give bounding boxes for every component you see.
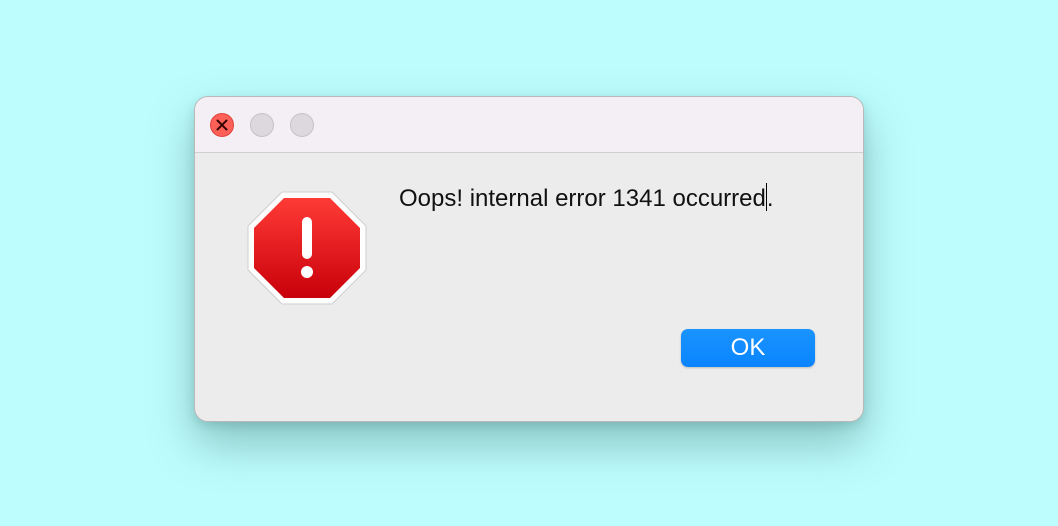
ok-button[interactable]: OK: [681, 329, 815, 367]
minimize-button[interactable]: [250, 113, 274, 137]
stop-sign-warning-icon: [247, 191, 367, 305]
maximize-button[interactable]: [290, 113, 314, 137]
error-dialog-window: Oops! internal error 1341 occurred. OK: [194, 96, 864, 422]
close-icon: [216, 119, 228, 131]
error-message-text: Oops! internal error 1341 occurred: [399, 185, 766, 212]
error-message: Oops! internal error 1341 occurred.: [399, 183, 774, 213]
error-message-period: .: [766, 185, 774, 212]
title-bar[interactable]: [195, 97, 863, 153]
close-button[interactable]: [210, 113, 234, 137]
